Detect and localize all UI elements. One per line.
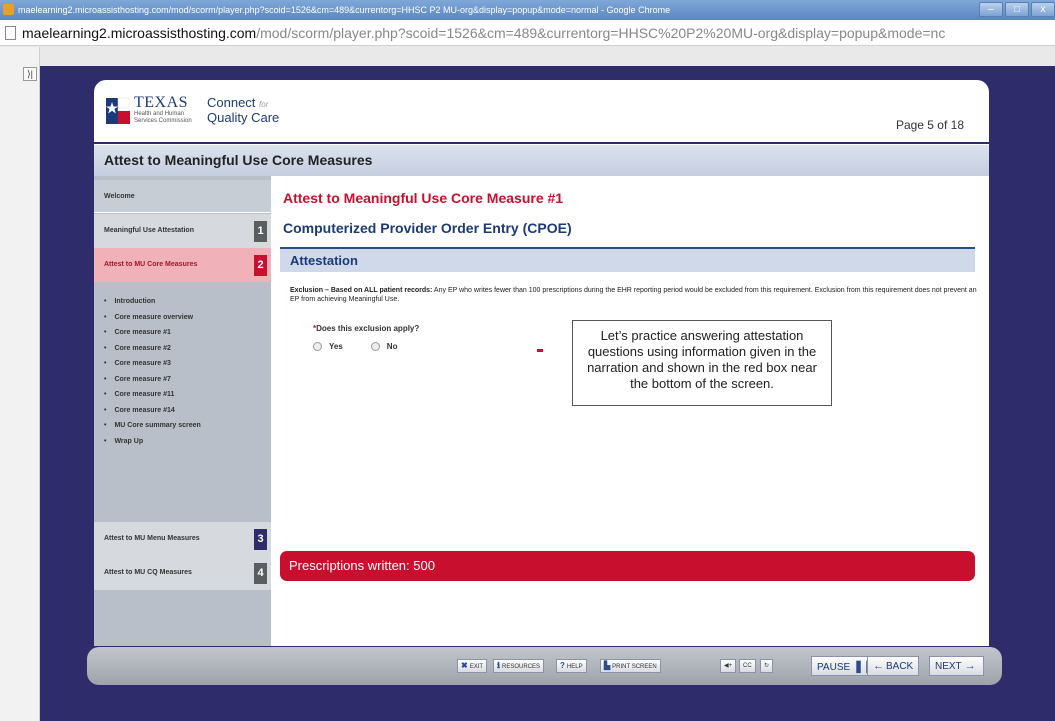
player-controls-bar: ✖ EXIT ℹ RESOURCES ? HELP ▙ PRINT SCREEN ◀+ … [87,647,1002,685]
page-icon [5,26,16,40]
lesson-content: Attest to Meaningful Use Core Measure #1… [271,176,989,646]
pointer-marker [537,349,543,352]
pause-label: PAUSE [817,662,851,673]
section-number-badge: 4 [254,563,267,584]
print-label: PRINT SCREEN [612,664,657,670]
sidebar-subitem-core-7[interactable]: Core measure #7 [104,372,201,388]
section-number-badge: 1 [254,221,267,242]
close-button[interactable]: x [1031,2,1055,17]
page-counter: Page 5 of 18 [895,118,964,132]
attestation-heading: Attestation [290,253,358,268]
attestation-header: Attestation [280,247,975,272]
course-sidebar: Welcome Meaningful Use Attestation 1 Att… [94,176,271,646]
sidebar-item-label: Meaningful Use Attestation [104,227,194,234]
exclusion-question: *Does this exclusion apply? [313,324,419,333]
no-label: No [386,342,398,351]
window-title: maelearning2.microassisthosting.com/mod/… [18,5,671,15]
replay-button[interactable]: ↻ [760,659,774,673]
sidebar-item-label: Attest to MU Core Measures [104,261,198,268]
next-label: NEXT [935,661,962,672]
next-button[interactable]: NEXT → [929,656,984,676]
sidebar-subitem-introduction[interactable]: Introduction [104,294,201,310]
instruction-callout: Let’s practice answering attestation que… [572,320,832,406]
resources-button[interactable]: ℹ RESOURCES [493,659,545,673]
logo-texas: TEXAS [134,94,189,111]
module-title-bar: Attest to Meaningful Use Core Measures [94,144,989,176]
question-label: Does this exclusion apply? [316,324,420,333]
logo-for-word: for [259,100,269,109]
toc-toggle-button[interactable]: ⟩| [23,67,37,81]
closed-caption-button[interactable]: CC [739,659,756,673]
question-icon: ? [560,661,565,670]
sidebar-subitem-core-3[interactable]: Core measure #3 [104,356,201,372]
url-path: /mod/scorm/player.php?scoid=1526&cm=489&… [256,25,946,41]
sidebar-subitem-core-2[interactable]: Core measure #2 [104,341,201,357]
sidebar-item-mu-attestation[interactable]: Meaningful Use Attestation 1 [94,214,271,248]
sidebar-item-label: Attest to MU Menu Measures [104,535,200,542]
sidebar-sublist: Introduction Core measure overview Core … [104,294,201,450]
minimize-button[interactable]: – [979,2,1003,17]
browser-title-bar: maelearning2.microassisthosting.com/mod/… [0,0,1055,20]
info-icon: ℹ [497,661,501,670]
texas-star-icon [106,97,130,124]
exit-label: EXIT [469,664,484,670]
logo-subtitle: Health and Human Services Commission [134,111,192,124]
sidebar-item-welcome[interactable]: Welcome [94,180,271,213]
connect-logo: Connect for Quality Care [207,96,279,124]
help-label: HELP [566,664,583,670]
sidebar-subitem-core-14[interactable]: Core measure #14 [104,403,201,419]
yes-radio[interactable]: Yes [313,342,343,351]
sidebar-subitem-core-11[interactable]: Core measure #11 [104,387,201,403]
sidebar-item-core-measures[interactable]: Attest to MU Core Measures 2 [94,248,271,282]
sidebar-subitem-summary[interactable]: MU Core summary screen [104,418,200,434]
section-number-badge: 3 [254,529,267,550]
exclusion-radio-group: Yes No [313,342,425,351]
sidebar-item-label: Attest to MU CQ Measures [104,569,192,576]
exclusion-label: Exclusion – Based on ALL patient records… [290,287,433,294]
help-button[interactable]: ? HELP [556,659,587,673]
course-header: TEXAS Health and Human Services Commissi… [94,80,989,142]
logo-connect-word: Connect [207,95,256,110]
arrow-right-icon: → [961,660,976,672]
sidebar-subitem-core-1[interactable]: Core measure #1 [104,325,201,341]
favicon-icon [3,4,14,15]
measure-name: Computerized Provider Order Entry (CPOE) [283,220,572,236]
exclusion-text: Exclusion – Based on ALL patient records… [290,286,980,304]
toc-gutter: ⟩| [0,47,40,721]
back-label: BACK [886,661,914,672]
no-radio[interactable]: No [370,342,398,351]
radio-circle-icon[interactable] [313,342,322,351]
section-number-badge: 2 [254,255,267,276]
sidebar-item-cq-measures[interactable]: Attest to MU CQ Measures 4 [94,556,271,590]
cc-icon: CC [743,663,752,669]
replay-icon: ↻ [764,663,770,669]
address-bar[interactable]: maelearning2.microassisthosting.com/mod/… [0,20,1055,46]
sidebar-subitem-wrap-up[interactable]: Wrap Up [104,434,201,450]
window-controls: – □ x [977,2,1055,18]
back-button[interactable]: ← BACK [867,656,920,676]
sidebar-item-label: Welcome [104,193,135,200]
prescriptions-info-bar: Prescriptions written: 500 [280,551,975,581]
print-screen-button[interactable]: ▙ PRINT SCREEN [600,659,661,673]
resources-label: RESOURCES [502,664,541,670]
printer-icon: ▙ [604,661,611,670]
x-icon: ✖ [461,661,468,670]
sidebar-subitem-overview[interactable]: Core measure overview [104,310,201,326]
prescriptions-text: Prescriptions written: 500 [289,558,435,573]
module-title: Attest to Meaningful Use Core Measures [104,152,373,168]
radio-circle-icon[interactable] [370,342,380,351]
sidebar-item-menu-measures[interactable]: Attest to MU Menu Measures 3 [94,522,271,556]
logo-quality-word: Quality Care [207,110,280,125]
measure-title: Attest to Meaningful Use Core Measure #1 [283,190,564,206]
url-host: maelearning2.microassisthosting.com [22,25,257,41]
exit-button[interactable]: ✖ EXIT [457,659,488,673]
maximize-button[interactable]: □ [1005,2,1029,17]
yes-label: Yes [329,342,343,351]
audio-button[interactable]: ◀+ [720,659,737,673]
arrow-left-icon: ← [873,660,884,672]
speaker-icon: ◀+ [724,663,733,669]
